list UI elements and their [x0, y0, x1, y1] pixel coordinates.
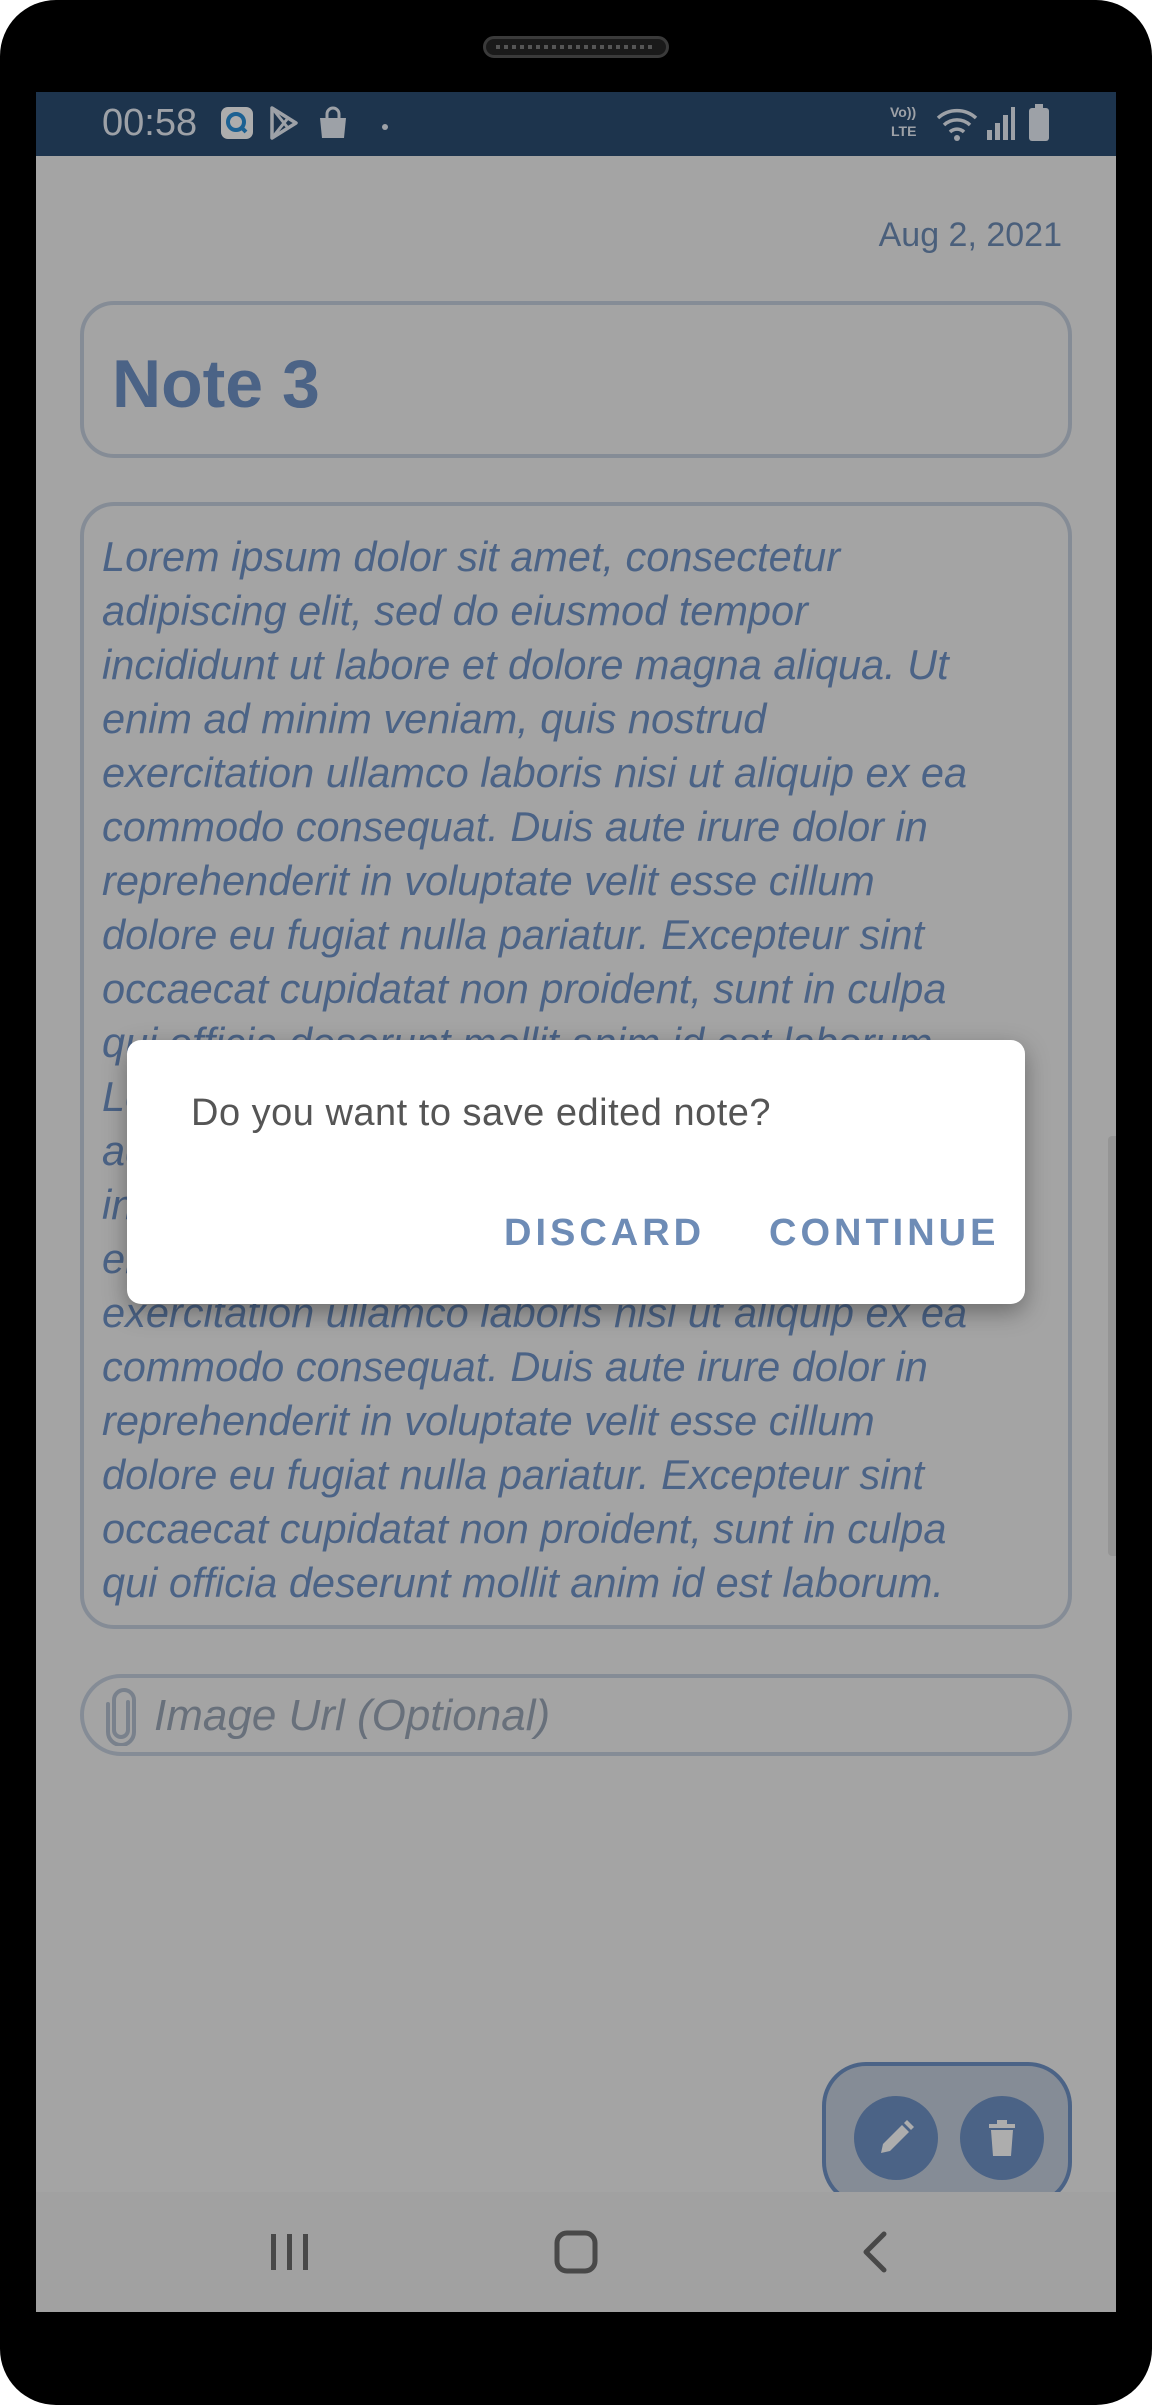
screen: 00:58 Vo)) LTE Aug 2, 2021 Note 3 Lorem … [36, 92, 1116, 2312]
continue-button[interactable]: CONTINUE [769, 1212, 999, 1255]
dialog-message: Do you want to save edited note? [191, 1092, 772, 1134]
save-confirmation-dialog: Do you want to save edited note? DISCARD… [127, 1040, 1025, 1304]
phone-frame: 00:58 Vo)) LTE Aug 2, 2021 Note 3 Lorem … [0, 0, 1152, 2405]
earpiece-speaker [483, 36, 669, 58]
discard-button[interactable]: DISCARD [504, 1212, 705, 1255]
